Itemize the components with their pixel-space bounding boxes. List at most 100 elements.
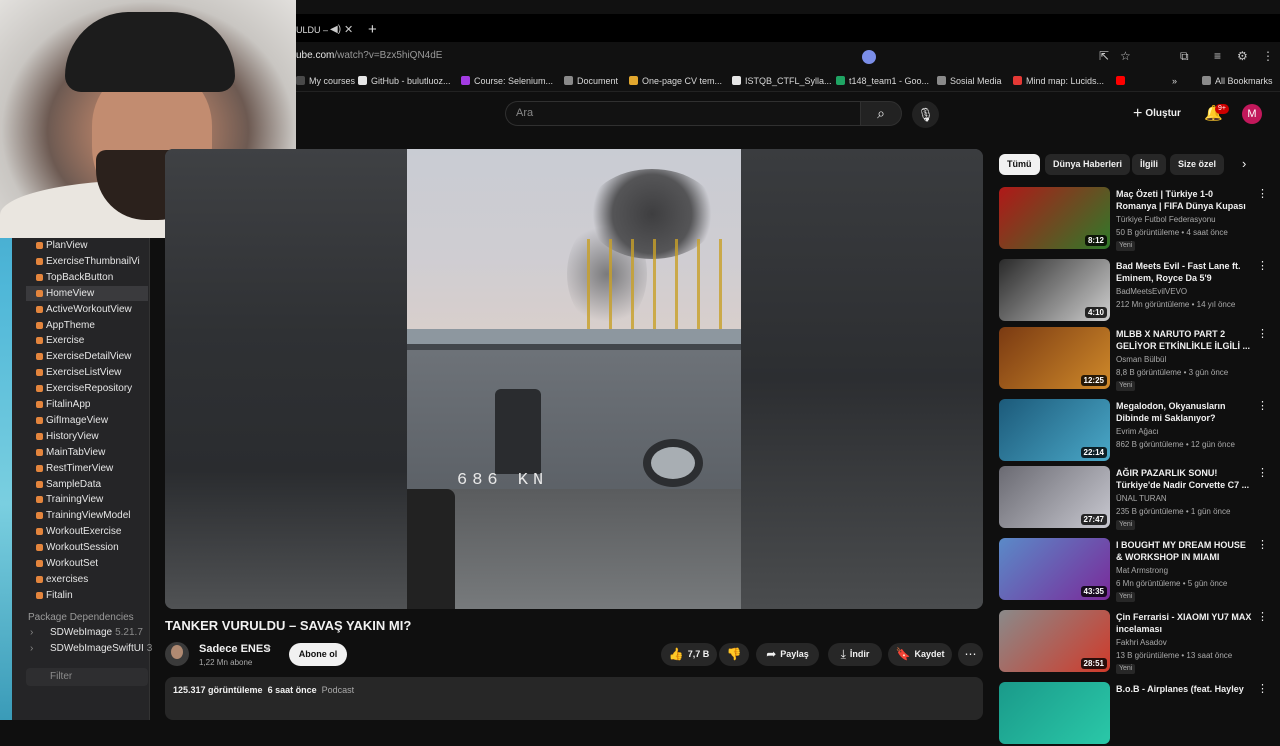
recommended-video[interactable]: 27:47 AĞIR PAZARLIK SONU! Türkiye'de Nadi… <box>999 466 1269 530</box>
file-item[interactable]: SampleData <box>35 477 101 492</box>
channel-name[interactable]: Sadece ENES <box>199 643 271 655</box>
navigator-filter-input[interactable]: Filter <box>26 668 148 686</box>
file-item[interactable]: HistoryView <box>36 429 99 444</box>
bookmark-item[interactable]: Document <box>564 70 618 92</box>
recommended-title[interactable]: I BOUGHT MY DREAM HOUSE & WORKSHOP IN MI… <box>1116 539 1252 563</box>
bookmark-item[interactable]: My courses <box>296 70 355 92</box>
more-vert-icon[interactable]: ⋮ <box>1257 187 1268 200</box>
file-item[interactable]: TrainingView <box>35 492 103 507</box>
video-tag[interactable]: Podcast <box>322 685 355 695</box>
package-sdwebimage[interactable]: › SDWebImage 5.21.7 <box>30 627 143 638</box>
more-vert-icon[interactable]: ⋮ <box>1257 327 1268 340</box>
file-item[interactable]: Exercise <box>35 333 84 348</box>
chevron-right-icon[interactable]: › <box>1242 156 1246 171</box>
save-button[interactable]: 🔖 Kaydet <box>888 643 952 666</box>
file-item[interactable]: RestTimerView <box>35 461 113 476</box>
file-item[interactable]: ExerciseDetailView <box>35 349 131 364</box>
browser-profile-icon[interactable] <box>862 50 876 64</box>
file-item[interactable]: ExerciseRepository <box>35 381 132 396</box>
bookmark-item[interactable]: ISTQB_CTFL_Sylla... <box>732 70 832 92</box>
new-tab-icon[interactable]: + <box>368 18 377 42</box>
recommended-title[interactable]: B.o.B - Airplanes (feat. Hayley <box>1116 683 1252 695</box>
extensions-icon[interactable]: ⧉ <box>1180 49 1189 63</box>
more-actions-button[interactable]: ⋯ <box>958 643 983 666</box>
download-button[interactable]: ⤓ İndir <box>828 643 882 666</box>
recommended-channel[interactable]: Türkiye Futbol Federasyonu <box>1116 215 1216 224</box>
recommended-title[interactable]: Megalodon, Okyanusların Dibinde mi Sakla… <box>1116 400 1252 424</box>
address-bar[interactable]: ube.com/watch?v=Bzx5hiQN4dE ⇱ ☆ ⧉ ≡ ⚙ ⋮ <box>296 42 1280 70</box>
recommended-video[interactable]: 28:51 Çin Ferrarisi - XIAOMI YU7 MAX ince… <box>999 610 1269 674</box>
more-vert-icon[interactable]: ⋮ <box>1257 610 1268 623</box>
recommended-channel[interactable]: Fakhri Asadov <box>1116 638 1167 647</box>
chip-world-news[interactable]: Dünya Haberleri <box>1045 154 1131 175</box>
recommended-channel[interactable]: ÜNAL TURAN <box>1116 494 1167 503</box>
video-thumbnail[interactable]: 27:47 <box>999 466 1110 528</box>
search-input[interactable]: Ara <box>505 101 860 126</box>
description-box[interactable]: 125.317 görüntüleme 6 saat önce Podcast <box>165 677 983 720</box>
chip-for-you[interactable]: Size özel <box>1170 154 1225 175</box>
all-bookmarks-folder[interactable]: All Bookmarks <box>1202 70 1273 92</box>
file-item[interactable]: MainTabView <box>35 445 105 460</box>
chevron-right-icon[interactable]: › <box>30 627 33 638</box>
file-item[interactable]: ExerciseListView <box>35 365 121 380</box>
video-player[interactable]: 686 KN <box>165 149 983 609</box>
like-button[interactable]: 👍 7,7 B <box>661 643 717 666</box>
package-sdwebimageswiftui[interactable]: › SDWebImageSwiftUI 3 <box>30 643 152 654</box>
recommended-title[interactable]: MLBB X NARUTO PART 2 GELİYOR ETKİNLİKLE … <box>1116 328 1252 352</box>
more-vert-icon[interactable]: ⋮ <box>1257 399 1268 412</box>
file-item[interactable]: ActiveWorkoutView <box>36 302 132 317</box>
more-vert-icon[interactable]: ⋮ <box>1257 259 1268 272</box>
more-vert-icon[interactable]: ⋮ <box>1257 682 1268 695</box>
recommended-video[interactable]: B.o.B - Airplanes (feat. Hayley ⋮ <box>999 682 1269 746</box>
file-item[interactable]: FitalinApp <box>35 397 90 412</box>
video-thumbnail[interactable] <box>999 682 1110 744</box>
close-icon[interactable]: ✕ <box>344 18 353 42</box>
subscribe-button[interactable]: Abone ol <box>289 643 347 666</box>
search-icon[interactable]: ⌕ <box>860 101 902 126</box>
file-item[interactable]: WorkoutSession <box>36 540 119 555</box>
recommended-video[interactable]: 8:12 Maç Özeti | Türkiye 1-0 Romanya | FI… <box>999 187 1269 251</box>
avatar[interactable]: M <box>1242 104 1262 124</box>
more-vert-icon[interactable]: ⋮ <box>1257 466 1268 479</box>
bookmark-item[interactable]: GitHub - bulutluoz... <box>358 70 451 92</box>
create-button[interactable]: + Oluştur <box>1133 104 1181 124</box>
recommended-title[interactable]: Bad Meets Evil - Fast Lane ft. Eminem, R… <box>1116 260 1252 284</box>
bookmark-item[interactable]: Course: Selenium... <box>461 70 553 92</box>
file-item[interactable]: WorkoutExercise <box>35 524 121 539</box>
recommended-channel[interactable]: Osman Bülbül <box>1116 355 1166 364</box>
video-thumbnail[interactable]: 4:10 <box>999 259 1110 321</box>
recommended-video[interactable]: 4:10 Bad Meets Evil - Fast Lane ft. Emine… <box>999 259 1269 323</box>
bookmark-item[interactable]: One-page CV tem... <box>629 70 722 92</box>
recommended-channel[interactable]: Mat Armstrong <box>1116 566 1168 575</box>
chevron-right-icon[interactable]: › <box>30 643 33 654</box>
chip-related[interactable]: İlgili <box>1132 154 1166 175</box>
file-item[interactable]: TrainingViewModel <box>36 508 131 523</box>
file-item[interactable]: WorkoutSet <box>35 556 98 571</box>
media-icon[interactable]: ≡ <box>1214 49 1221 63</box>
recommended-video[interactable]: 22:14 Megalodon, Okyanusların Dibinde mi … <box>999 399 1269 463</box>
recommended-video[interactable]: 12:25 MLBB X NARUTO PART 2 GELİYOR ETKİNL… <box>999 327 1269 391</box>
file-item[interactable]: TopBackButton <box>35 270 113 285</box>
video-thumbnail[interactable]: 22:14 <box>999 399 1110 461</box>
recommended-title[interactable]: Maç Özeti | Türkiye 1-0 Romanya | FIFA D… <box>1116 188 1252 212</box>
recommended-video[interactable]: 43:35 I BOUGHT MY DREAM HOUSE & WORKSHOP … <box>999 538 1269 602</box>
recommended-title[interactable]: Çin Ferrarisi - XIAOMI YU7 MAX incelamas… <box>1116 611 1252 635</box>
recommended-channel[interactable]: Evrim Ağacı <box>1116 427 1159 436</box>
file-item[interactable]: Fitalin <box>36 588 73 603</box>
share-button[interactable]: ➦ Paylaş <box>756 643 819 666</box>
video-thumbnail[interactable]: 12:25 <box>999 327 1110 389</box>
more-vert-icon[interactable]: ⋮ <box>1262 49 1274 63</box>
more-bookmarks-icon[interactable]: » <box>1172 70 1177 92</box>
video-thumbnail[interactable]: 43:35 <box>999 538 1110 600</box>
install-app-icon[interactable]: ⇱ <box>1099 49 1109 63</box>
recommended-title[interactable]: AĞIR PAZARLIK SONU! Türkiye'de Nadir Cor… <box>1116 467 1252 491</box>
star-icon[interactable]: ☆ <box>1120 49 1131 63</box>
url-field[interactable]: ube.com/watch?v=Bzx5hiQN4dE <box>296 42 442 70</box>
file-item[interactable]: AppTheme <box>36 318 95 333</box>
video-thumbnail[interactable]: 8:12 <box>999 187 1110 249</box>
file-item[interactable]: exercises <box>35 572 88 587</box>
file-item[interactable]: HomeView <box>26 285 148 301</box>
speaker-icon[interactable]: ◀) <box>330 18 341 42</box>
bookmark-item[interactable] <box>1116 70 1129 92</box>
file-item[interactable]: ExerciseThumbnailVi <box>36 254 140 269</box>
